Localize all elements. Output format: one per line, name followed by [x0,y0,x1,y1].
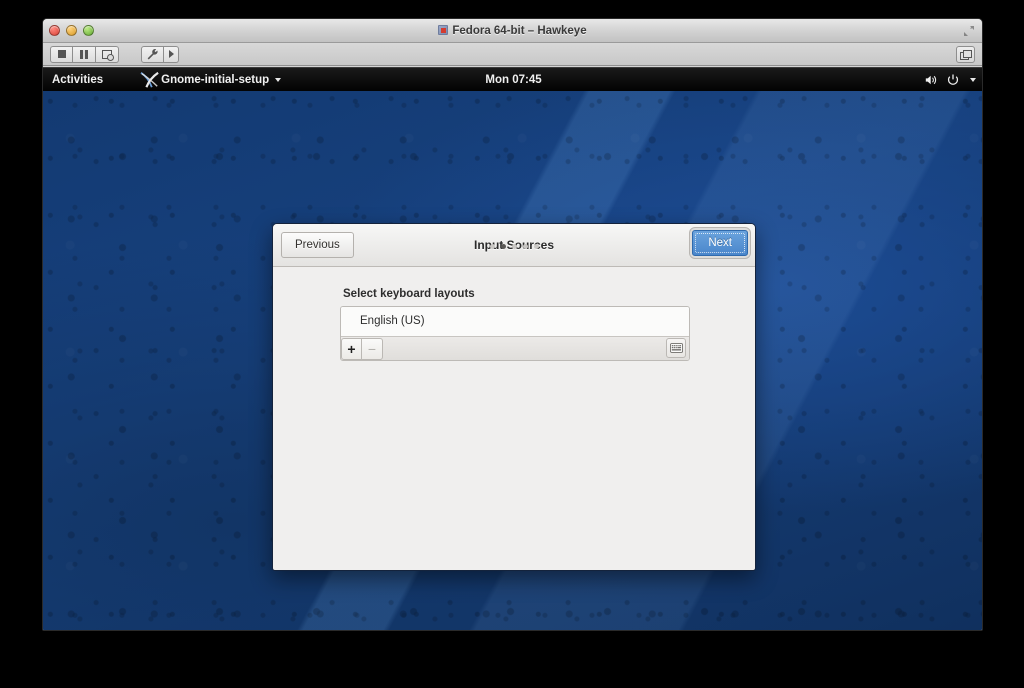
keyboard-layouts-list[interactable]: English (US) [341,307,689,336]
wrench-icon [147,48,158,59]
status-menu-caret-icon [970,78,976,82]
page-dot [511,244,517,249]
next-button-label: Next [708,237,732,249]
app-menu-button[interactable]: Gnome-initial-setup [140,68,282,92]
page-dot [522,244,528,249]
desktop-wallpaper: Previous Input Sources Next Select keybo… [43,91,982,630]
activities-label: Activities [52,73,104,86]
remove-layout-label: − [367,340,377,357]
previous-button-label: Previous [295,239,340,251]
screen-snapshot-icon [102,49,114,61]
gnome-top-bar: Activities Gnome-initial-setup Mon 07:45 [43,67,982,92]
pause-icon [80,49,88,59]
layouts-list-toolbar: + − [341,336,689,360]
vm-toolbar [43,43,982,66]
add-layout-button[interactable]: + [341,337,362,360]
app-menu-label: Gnome-initial-setup [161,73,270,86]
vm-power-group [50,45,119,63]
snapshot-button[interactable] [96,45,119,63]
vm-window-title-text: Fedora 64-bit – Hawkeye [452,25,587,37]
windows-stack-icon [960,50,972,60]
settings-button[interactable] [141,45,164,63]
caret-right-icon [168,50,174,58]
system-status-area[interactable] [925,68,976,92]
remove-layout-button[interactable]: − [362,337,383,360]
keyboard-layouts-frame: English (US) + − [340,306,690,361]
next-button[interactable]: Next [692,230,748,256]
stop-square-icon [57,50,66,58]
stop-vm-button[interactable] [50,45,73,63]
fullscreen-expand-icon[interactable] [963,25,975,37]
vm-window: Fedora 64-bit – Hawkeye Activities Gnome… [42,18,983,631]
list-item[interactable]: English (US) [341,307,689,336]
page-dot [500,244,506,249]
pause-vm-button[interactable] [73,45,96,63]
fedora-vm-icon [438,25,449,35]
vm-settings-group [141,45,179,63]
power-icon [947,74,959,85]
chevron-down-icon [275,77,282,82]
layout-label: English (US) [360,315,425,327]
keyboard-preview-button[interactable] [666,338,686,358]
xorg-x-icon [140,71,159,88]
settings-dropdown-button[interactable] [164,45,179,63]
volume-icon [925,75,937,85]
gnome-initial-setup-dialog: Previous Input Sources Next Select keybo… [272,223,756,571]
guest-screen: Activities Gnome-initial-setup Mon 07:45 [43,67,982,630]
vm-window-title: Fedora 64-bit – Hawkeye [43,19,982,43]
keyboard-icon [669,343,683,353]
activities-button[interactable]: Activities [43,68,113,92]
select-keyboard-layouts-label: Select keyboard layouts [343,288,475,300]
scale-display-button[interactable] [956,46,975,63]
add-layout-label: + [347,340,356,357]
vm-window-titlebar[interactable]: Fedora 64-bit – Hawkeye [43,19,982,43]
page-dot [489,244,495,249]
page-dot [533,244,539,249]
previous-button[interactable]: Previous [281,232,354,258]
